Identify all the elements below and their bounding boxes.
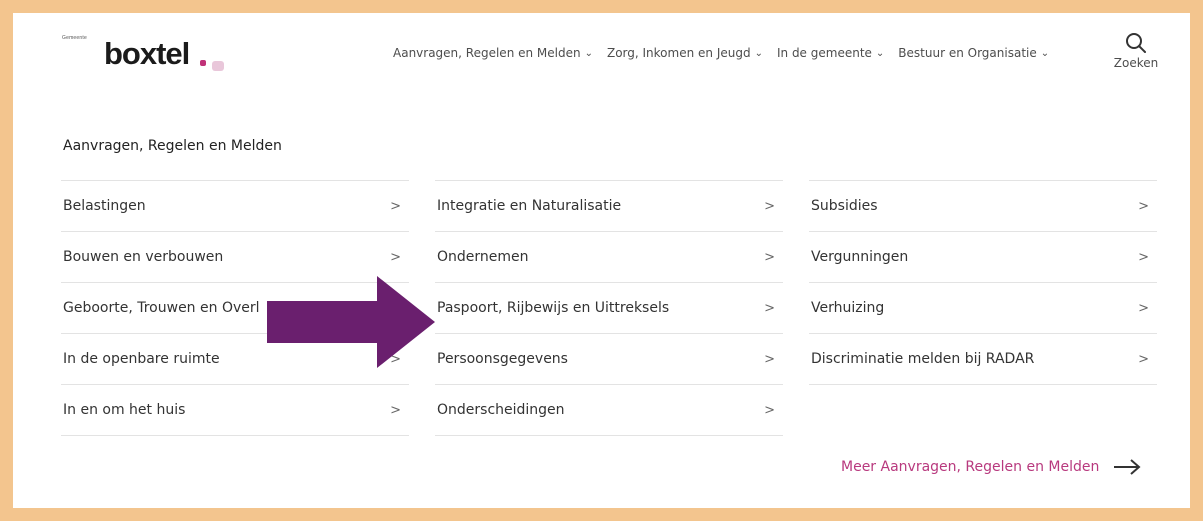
logo-small-text: Gemeente <box>62 35 87 41</box>
chevron-down-icon: ⌄ <box>875 47 885 59</box>
menu-item-label: Geboorte, Trouwen en Overl <box>63 300 260 316</box>
menu-item-label: Vergunningen <box>811 249 909 265</box>
more-link[interactable]: Meer Aanvragen, Regelen en Melden <box>841 459 1141 475</box>
menu-item-label: Onderscheidingen <box>437 402 565 418</box>
nav-label: Bestuur en Organisatie <box>898 46 1037 60</box>
menu-column-2: Integratie en Naturalisatie > Ondernemen >… <box>435 180 783 436</box>
logo-brand: boxtel <box>104 36 190 71</box>
nav-label: Aanvragen, Regelen en Melden <box>393 46 581 60</box>
arrow-right-icon <box>1114 459 1141 475</box>
menu-item[interactable]: Subsidies > <box>809 180 1157 231</box>
more-link-label: Meer Aanvragen, Regelen en Melden <box>841 459 1100 475</box>
chevron-right-icon: > <box>764 300 775 316</box>
search-label: Zoeken <box>1113 56 1159 70</box>
menu-item[interactable]: Vergunningen > <box>809 231 1157 282</box>
menu-item-label: Persoonsgegevens <box>437 351 568 367</box>
menu-item-label: In de openbare ruimte <box>63 351 220 367</box>
chevron-right-icon: > <box>764 249 775 265</box>
chevron-right-icon: > <box>764 402 775 418</box>
chevron-right-icon: > <box>390 249 401 265</box>
menu-item-label: Paspoort, Rijbewijs en Uittreksels <box>437 300 670 316</box>
menu-item[interactable]: Belastingen > <box>61 180 409 231</box>
chevron-down-icon: ⌄ <box>754 47 763 59</box>
chevron-down-icon: ⌄ <box>1040 47 1050 59</box>
nav-label: In de gemeente <box>776 46 872 60</box>
page-frame: Gemeente boxtel Aanvragen, Regelen en Me… <box>13 13 1190 508</box>
chevron-right-icon: > <box>1138 198 1149 214</box>
chevron-right-icon: > <box>764 198 775 214</box>
menu-column-3: Subsidies > Vergunningen > Verhuizing > Dis… <box>809 180 1157 385</box>
chevron-right-icon: > <box>390 402 401 418</box>
menu-item[interactable]: Onderscheidingen > <box>435 384 783 436</box>
logo-accent <box>212 61 224 71</box>
menu-item[interactable]: Paspoort, Rijbewijs en Uittreksels > <box>435 282 783 333</box>
chevron-right-icon: > <box>390 198 401 214</box>
menu-item[interactable]: Ondernemen > <box>435 231 783 282</box>
menu-item[interactable]: Verhuizing > <box>809 282 1157 333</box>
menu-item-label: Belastingen <box>63 198 146 214</box>
menu-item-label: In en om het huis <box>63 402 186 418</box>
menu-item[interactable]: Discriminatie melden bij RADAR > <box>809 333 1157 385</box>
menu-item-label: Verhuizing <box>811 300 885 316</box>
chevron-right-icon: > <box>1138 249 1149 265</box>
menu-item-label: Subsidies <box>811 198 878 214</box>
main-nav: Aanvragen, Regelen en Melden ⌄ Zorg, Ink… <box>393 44 1049 62</box>
chevron-right-icon: > <box>1138 300 1149 316</box>
menu-item-label: Discriminatie melden bij RADAR <box>811 351 1035 367</box>
nav-bestuur[interactable]: Bestuur en Organisatie ⌄ <box>898 44 1049 62</box>
menu-item[interactable]: Bouwen en verbouwen > <box>61 231 409 282</box>
chevron-down-icon: ⌄ <box>584 47 593 59</box>
menu-item[interactable]: Integratie en Naturalisatie > <box>435 180 783 231</box>
menu-item-label: Integratie en Naturalisatie <box>437 198 622 214</box>
annotation-arrow-icon <box>267 276 435 368</box>
logo-dot <box>200 60 206 66</box>
nav-gemeente[interactable]: In de gemeente ⌄ <box>777 44 884 62</box>
chevron-right-icon: > <box>1138 351 1149 367</box>
menu-item[interactable]: In en om het huis > <box>61 384 409 436</box>
nav-label: Zorg, Inkomen en Jeugd <box>606 46 751 60</box>
menu-item-label: Ondernemen <box>437 249 529 265</box>
chevron-right-icon: > <box>764 351 775 367</box>
menu-item-label: Bouwen en verbouwen <box>63 249 224 265</box>
nav-aanvragen[interactable]: Aanvragen, Regelen en Melden ⌄ <box>393 44 593 62</box>
search-button[interactable]: Zoeken <box>1108 31 1164 70</box>
search-icon <box>1126 33 1146 53</box>
menu-title: Aanvragen, Regelen en Melden <box>63 138 282 154</box>
nav-zorg[interactable]: Zorg, Inkomen en Jeugd ⌄ <box>607 44 763 62</box>
menu-item[interactable]: Persoonsgegevens > <box>435 333 783 384</box>
